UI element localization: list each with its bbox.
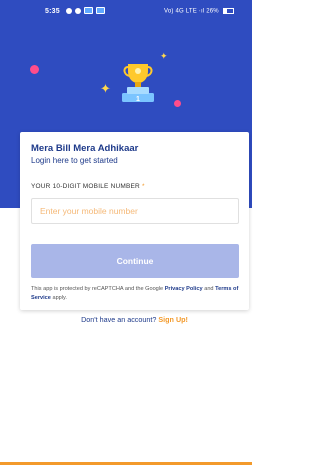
status-signal-battery: Vo) 4G LTE ·ıl 26%: [164, 8, 234, 15]
sign-up-link[interactable]: Sign Up!: [158, 315, 188, 324]
continue-button[interactable]: Continue: [31, 244, 239, 278]
recaptcha-notice: This app is protected by reCAPTCHA and t…: [31, 285, 241, 303]
mobile-number-label: YOUR 10-DIGIT MOBILE NUMBER *: [31, 183, 145, 190]
battery-icon: [222, 8, 234, 14]
app-icon: [96, 7, 105, 14]
status-bar: 5:35 Vo) 4G LTE ·ıl 26%: [0, 0, 252, 24]
required-asterisk: *: [141, 183, 145, 190]
signal-text: Vo) 4G LTE ·ıl 26%: [164, 8, 219, 15]
card-subtitle: Login here to get started: [31, 156, 118, 165]
trophy-icon: 1: [118, 58, 158, 104]
svg-text:1: 1: [136, 96, 140, 103]
status-notification-icons: [66, 7, 105, 14]
decor-dot: [30, 65, 39, 74]
location-icon: [66, 7, 72, 14]
notification-icon: [75, 7, 81, 14]
privacy-policy-link[interactable]: Privacy Policy: [165, 286, 203, 292]
card-title: Mera Bill Mera Adhikaar: [31, 143, 139, 154]
star-icon: ✦: [160, 51, 168, 61]
signup-row: Don't have an account? Sign Up!: [20, 315, 249, 324]
status-time: 5:35: [45, 8, 60, 15]
recaptcha-apply: apply.: [50, 295, 67, 301]
mobile-number-input[interactable]: [31, 198, 239, 224]
bottom-accent-bar: [0, 462, 252, 465]
recaptcha-and: and: [202, 286, 216, 292]
star-icon: ✦: [100, 81, 111, 96]
decor-dot: [174, 100, 181, 107]
no-account-text: Don't have an account?: [81, 315, 157, 324]
mobile-label-text: YOUR 10-DIGIT MOBILE NUMBER: [31, 183, 140, 190]
message-icon: [84, 7, 93, 14]
recaptcha-text: This app is protected by reCAPTCHA and t…: [31, 286, 165, 292]
login-card: Mera Bill Mera Adhikaar Login here to ge…: [20, 132, 249, 324]
